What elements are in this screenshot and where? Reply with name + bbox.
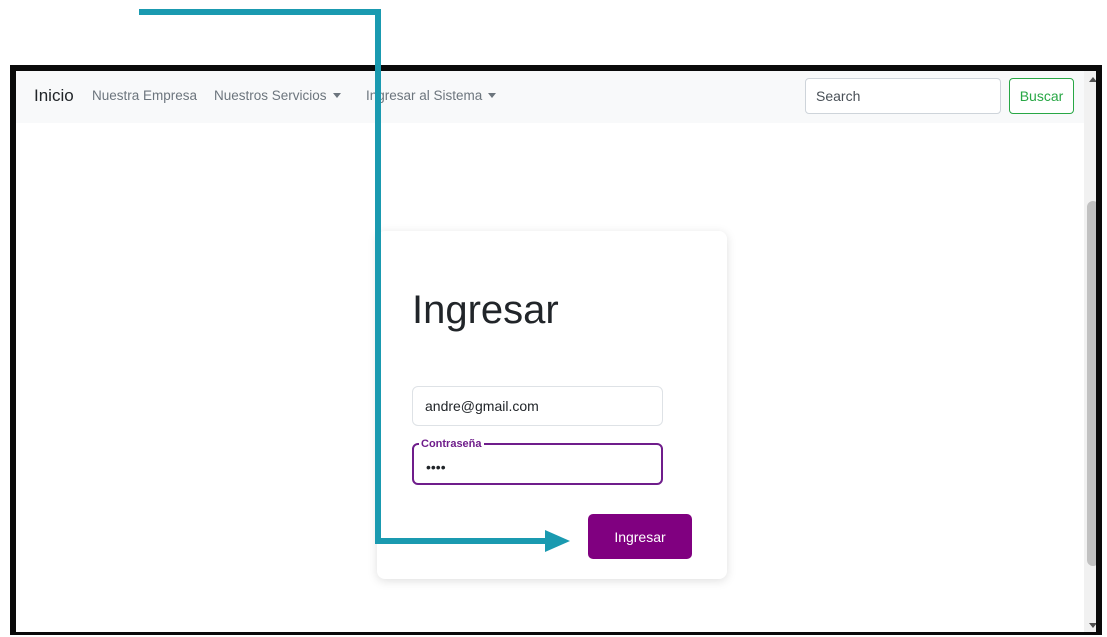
password-field[interactable]: [426, 458, 626, 476]
login-submit-button[interactable]: Ingresar: [588, 514, 692, 559]
scrollbar-thumb[interactable]: [1087, 201, 1096, 566]
nav-dropdown-nuestros-servicios[interactable]: Nuestros Servicios: [214, 88, 341, 103]
nav-link-label: Nuestros Servicios: [214, 88, 327, 103]
search-input[interactable]: [805, 78, 1001, 114]
navbar: Inicio Nuestra Empresa Nuestros Servicio…: [16, 71, 1084, 123]
caret-down-icon: [332, 93, 341, 98]
login-title: Ingresar: [412, 288, 559, 332]
scroll-down-icon[interactable]: [1089, 623, 1096, 628]
password-label: Contraseña: [419, 437, 484, 451]
caret-down-icon: [488, 93, 497, 98]
password-field-wrapper[interactable]: Contraseña: [412, 437, 663, 485]
navbar-brand[interactable]: Inicio: [34, 86, 74, 106]
search-button[interactable]: Buscar: [1009, 78, 1074, 114]
email-field[interactable]: [412, 386, 663, 426]
scroll-up-icon[interactable]: [1089, 77, 1096, 82]
nav-link-label: Ingresar al Sistema: [366, 88, 483, 103]
nav-dropdown-ingresar-al-sistema[interactable]: Ingresar al Sistema: [366, 88, 497, 103]
vertical-scrollbar[interactable]: [1084, 71, 1096, 632]
browser-viewport: Inicio Nuestra Empresa Nuestros Servicio…: [10, 65, 1102, 635]
nav-link-nuestra-empresa[interactable]: Nuestra Empresa: [92, 88, 197, 103]
nav-link-label: Nuestra Empresa: [92, 88, 198, 103]
login-card: Ingresar Contraseña Ingresar: [377, 231, 727, 579]
